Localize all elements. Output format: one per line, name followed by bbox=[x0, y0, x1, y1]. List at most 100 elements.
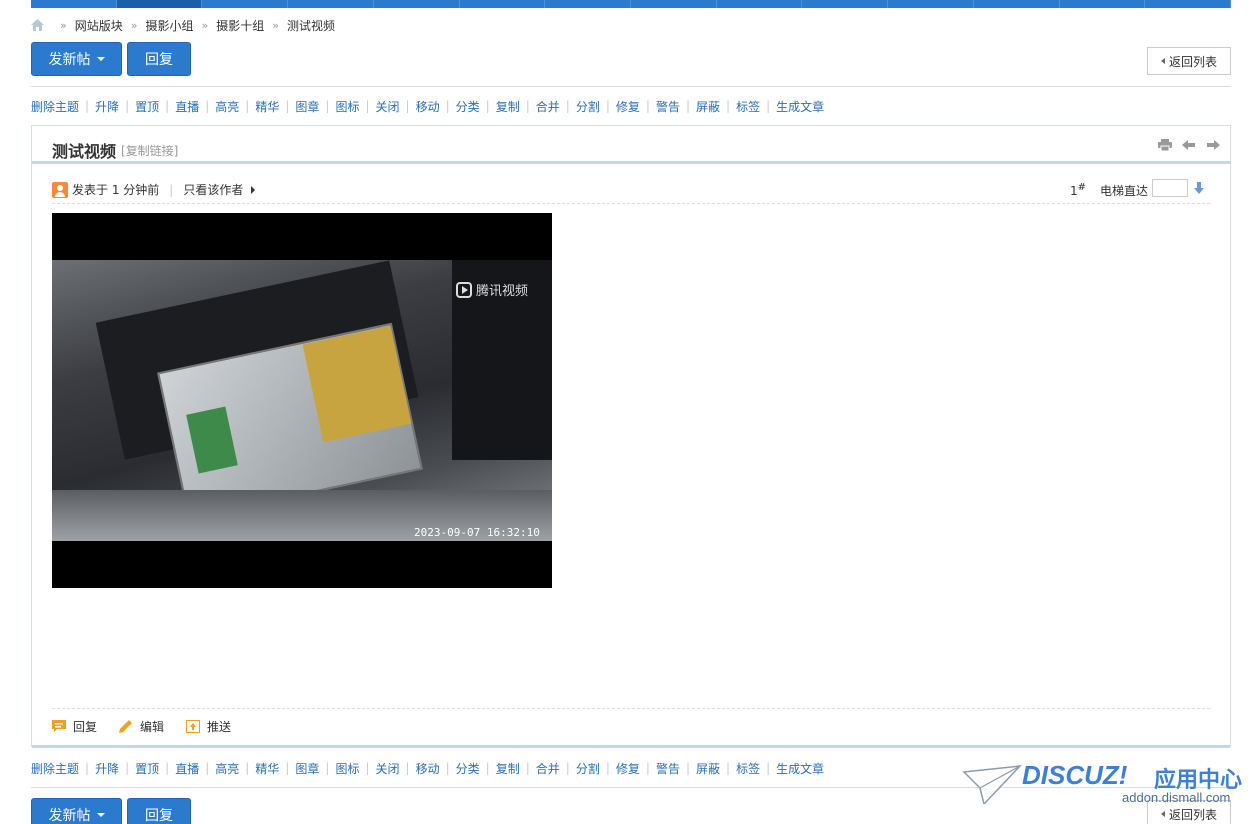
user-icon bbox=[52, 181, 68, 198]
nav-tab-active[interactable] bbox=[116, 0, 203, 8]
moderation-toolbar: 删除主题 | 升降 | 置顶 | 直播 | 高亮 | 精华 | 图章 | 图标 | 关闭 | 移动… bbox=[31, 98, 825, 115]
nav-tab[interactable] bbox=[460, 0, 546, 8]
only-author-link[interactable]: 只看该作者 bbox=[183, 181, 243, 198]
floor-number[interactable]: 1# bbox=[1070, 182, 1086, 198]
chevron-right-icon bbox=[251, 185, 256, 194]
arrow-left-icon[interactable] bbox=[1182, 139, 1196, 151]
back-to-list-button[interactable]: 返回列表 bbox=[1147, 47, 1231, 75]
mod-action[interactable]: 分类 bbox=[456, 98, 480, 115]
nav-tab[interactable] bbox=[545, 0, 632, 8]
mod-action[interactable]: 高亮 bbox=[215, 98, 239, 115]
nav-tab[interactable] bbox=[717, 0, 803, 8]
nav-tab[interactable] bbox=[631, 0, 717, 8]
new-post-button[interactable]: 发新帖 bbox=[31, 42, 122, 76]
mod-action[interactable]: 直播 bbox=[175, 760, 199, 777]
mod-action[interactable]: 分类 bbox=[456, 760, 480, 777]
nav-tab[interactable] bbox=[802, 0, 889, 8]
mod-action[interactable]: 图标 bbox=[335, 760, 359, 777]
mod-action[interactable]: 屏蔽 bbox=[696, 760, 720, 777]
mod-action[interactable]: 生成文章 bbox=[776, 760, 824, 777]
mod-action[interactable]: 复制 bbox=[496, 98, 520, 115]
home-icon[interactable] bbox=[31, 19, 44, 31]
mod-action[interactable]: 图标 bbox=[335, 98, 359, 115]
arrow-down-icon[interactable] bbox=[1194, 182, 1204, 194]
mod-action[interactable]: 分割 bbox=[576, 760, 600, 777]
elevator-input[interactable] bbox=[1152, 179, 1188, 197]
nav-tab[interactable] bbox=[974, 0, 1060, 8]
arrow-left-icon bbox=[1160, 811, 1165, 817]
new-post-button-bottom[interactable]: 发新帖 bbox=[31, 798, 122, 824]
thread-tools bbox=[1158, 139, 1220, 152]
nav-tab[interactable] bbox=[1060, 0, 1146, 8]
nav-tab[interactable] bbox=[31, 0, 117, 8]
nav-tab[interactable] bbox=[374, 0, 460, 8]
mod-action[interactable]: 移动 bbox=[416, 98, 440, 115]
nav-tab[interactable] bbox=[888, 0, 974, 8]
breadcrumb-item-current[interactable]: 测试视频 bbox=[287, 17, 335, 34]
mod-action[interactable]: 生成文章 bbox=[776, 98, 824, 115]
reply-label: 回复 bbox=[145, 52, 173, 68]
print-icon[interactable] bbox=[1158, 139, 1172, 152]
breadcrumb-item[interactable]: 摄影十组 bbox=[216, 17, 264, 34]
mod-action[interactable]: 复制 bbox=[496, 760, 520, 777]
breadcrumb-item[interactable]: 网站版块 bbox=[75, 17, 123, 34]
elevator-label: 电梯直达 bbox=[1099, 184, 1148, 198]
nav-tab[interactable] bbox=[202, 0, 289, 8]
mod-action[interactable]: 置顶 bbox=[135, 98, 159, 115]
discuz-logo: DISCUZ! 应用中心 addon.dismall.com bbox=[962, 760, 1252, 810]
thread-header: 测试视频 [复制链接] bbox=[32, 126, 1230, 164]
mod-action[interactable]: 升降 bbox=[95, 98, 119, 115]
mod-action[interactable]: 标签 bbox=[736, 760, 760, 777]
mod-action[interactable]: 精华 bbox=[255, 760, 279, 777]
breadcrumb-separator: » bbox=[201, 18, 209, 32]
thread-title: 测试视频 bbox=[52, 142, 117, 161]
comment-icon bbox=[52, 720, 66, 733]
mod-action[interactable]: 精华 bbox=[255, 98, 279, 115]
moderation-toolbar-bottom: 删除主题 | 升降 | 置顶 | 直播 | 高亮 | 精华 | 图章 | 图标 | 关闭 | 移动… bbox=[31, 760, 825, 777]
mod-action[interactable]: 删除主题 bbox=[31, 760, 79, 777]
copy-link[interactable]: [复制链接] bbox=[121, 142, 178, 159]
breadcrumb: » 网站版块 » 摄影小组 » 摄影十组 » 测试视频 bbox=[31, 17, 335, 33]
breadcrumb-separator: » bbox=[60, 18, 67, 32]
mod-action[interactable]: 移动 bbox=[416, 760, 440, 777]
mod-action[interactable]: 屏蔽 bbox=[696, 98, 720, 115]
arrow-right-icon[interactable] bbox=[1206, 139, 1220, 151]
video-player[interactable]: 腾讯视频 2023-09-07 16:32:10 bbox=[52, 213, 552, 588]
mod-action[interactable]: 修复 bbox=[616, 760, 640, 777]
arrow-left-icon bbox=[1160, 58, 1165, 64]
breadcrumb-item[interactable]: 摄影小组 bbox=[145, 17, 193, 34]
post-container: 测试视频 [复制链接] 发表于 1 分钟前 | 只看该作者 1# 电梯直达 腾讯… bbox=[31, 125, 1231, 748]
paper-plane-icon bbox=[962, 765, 1022, 804]
chevron-down-icon bbox=[96, 57, 105, 61]
reply-button-bottom[interactable]: 回复 bbox=[127, 798, 191, 824]
back-to-list-label: 返回列表 bbox=[1168, 54, 1217, 69]
mod-action[interactable]: 关闭 bbox=[376, 98, 400, 115]
mod-action[interactable]: 图章 bbox=[295, 760, 319, 777]
reply-action[interactable]: 回复 bbox=[52, 718, 97, 735]
video-timestamp: 2023-09-07 16:32:10 bbox=[414, 526, 540, 539]
mod-action[interactable]: 合并 bbox=[536, 98, 560, 115]
mod-action[interactable]: 警告 bbox=[656, 760, 680, 777]
breadcrumb-separator: » bbox=[272, 18, 279, 32]
mod-action[interactable]: 标签 bbox=[736, 98, 760, 115]
mod-action[interactable]: 升降 bbox=[95, 760, 119, 777]
push-action[interactable]: 推送 bbox=[186, 718, 231, 735]
edit-action[interactable]: 编辑 bbox=[119, 718, 164, 735]
mod-action[interactable]: 警告 bbox=[656, 98, 680, 115]
nav-tab[interactable] bbox=[288, 0, 374, 8]
reply-button[interactable]: 回复 bbox=[127, 42, 191, 76]
nav-tab[interactable] bbox=[1145, 0, 1232, 8]
video-frame bbox=[52, 260, 552, 541]
mod-action[interactable]: 删除主题 bbox=[31, 98, 79, 115]
mod-action[interactable]: 直播 bbox=[175, 98, 199, 115]
mod-action[interactable]: 修复 bbox=[616, 98, 640, 115]
mod-action[interactable]: 置顶 bbox=[135, 760, 159, 777]
logo-url: addon.dismall.com bbox=[1122, 790, 1231, 805]
chevron-down-icon bbox=[96, 813, 105, 817]
mod-action[interactable]: 分割 bbox=[576, 98, 600, 115]
mod-action[interactable]: 合并 bbox=[536, 760, 560, 777]
divider bbox=[31, 86, 1231, 87]
mod-action[interactable]: 高亮 bbox=[215, 760, 239, 777]
mod-action[interactable]: 图章 bbox=[295, 98, 319, 115]
mod-action[interactable]: 关闭 bbox=[376, 760, 400, 777]
